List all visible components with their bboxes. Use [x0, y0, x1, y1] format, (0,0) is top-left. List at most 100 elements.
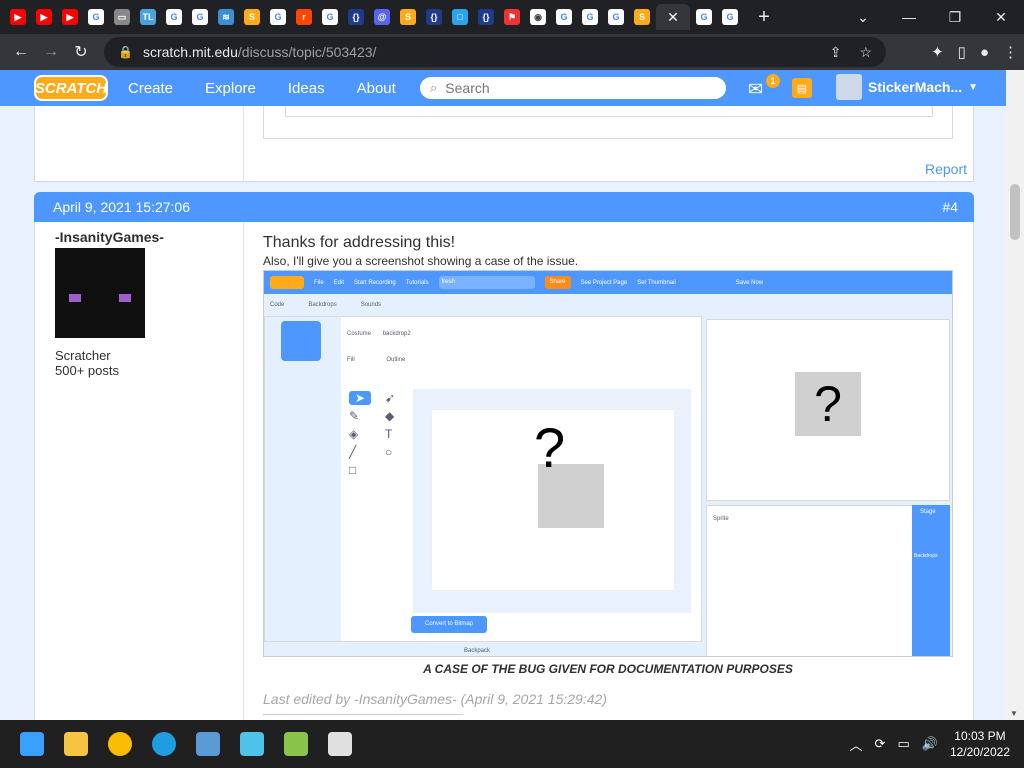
post-date[interactable]: April 9, 2021 15:27:06: [53, 199, 190, 215]
nav-ideas[interactable]: Ideas: [276, 80, 337, 97]
tab-flag[interactable]: ⚑: [500, 4, 524, 30]
new-tab-button[interactable]: +: [752, 6, 776, 29]
snipping-tool-icon[interactable]: [328, 732, 352, 756]
author-avatar[interactable]: [55, 248, 145, 338]
tab-braces-2[interactable]: {}: [422, 4, 446, 30]
shot-paint-editor: Costume backdrop2 Fill Outline ➤ ➹ ✎ ◆ ◈ T …: [264, 316, 702, 642]
author-rank: Scratcher: [55, 348, 111, 363]
chrome-icon: ◉: [530, 9, 546, 25]
tab-google-6[interactable]: G: [552, 4, 576, 30]
omnibox[interactable]: 🔒 scratch.mit.edu/discuss/topic/503423/ …: [104, 37, 886, 67]
tab-braces-1[interactable]: {}: [344, 4, 368, 30]
minimize-icon[interactable]: —: [886, 0, 932, 34]
youtube-icon: ▶: [62, 9, 78, 25]
bookmark-star-icon[interactable]: ☆: [859, 44, 872, 61]
edge-icon[interactable]: [152, 732, 176, 756]
tab-at[interactable]: @: [370, 4, 394, 30]
file-explorer-icon[interactable]: [64, 732, 88, 756]
sync-icon[interactable]: ⟳: [875, 736, 886, 752]
brush-icon: ✎: [349, 409, 360, 423]
shot-tab-sounds: Sounds: [360, 302, 382, 308]
tab-google-10[interactable]: G: [718, 4, 742, 30]
volume-icon[interactable]: 🔊: [922, 736, 938, 752]
tab-wave[interactable]: ≋: [214, 4, 238, 30]
tab-box[interactable]: □: [448, 4, 472, 30]
youtube-icon: ▶: [10, 9, 26, 25]
google-icon: G: [556, 9, 572, 25]
user-menu[interactable]: StickerMach... ▼: [836, 74, 978, 100]
clock[interactable]: 10:03 PM 12/20/2022: [950, 728, 1010, 760]
tab-monitor[interactable]: ▭: [110, 4, 134, 30]
messages-icon[interactable]: ✉: [748, 79, 763, 100]
close-icon[interactable]: ✕: [667, 9, 679, 26]
clock-date: 12/20/2022: [949, 745, 1010, 759]
tab-tl[interactable]: TL: [136, 4, 160, 30]
nav-create[interactable]: Create: [116, 80, 185, 97]
post-author[interactable]: -InsanityGames-: [55, 229, 164, 245]
profile-icon[interactable]: ●: [980, 44, 989, 61]
system-tray: ︿ ⟳ ▭ 🔊 10:03 PM 12/20/2022: [850, 720, 1010, 768]
tab-google-5[interactable]: G: [318, 4, 342, 30]
tab-active-close[interactable]: ✕: [656, 4, 690, 30]
start-icon[interactable]: [20, 732, 44, 756]
youtube-icon: ▶: [36, 9, 52, 25]
shot-menu-edit: Edit: [333, 279, 345, 286]
scratch-icon: S: [400, 9, 416, 25]
tab-google-1[interactable]: G: [84, 4, 108, 30]
search-input[interactable]: [445, 80, 706, 96]
post-text: Thanks for addressing this! Also, I'll g…: [263, 234, 953, 268]
tab-google-2[interactable]: G: [162, 4, 186, 30]
tab-braces-3[interactable]: {}: [474, 4, 498, 30]
chevron-up-icon[interactable]: ︿: [850, 735, 863, 754]
lock-icon[interactable]: 🔒: [118, 45, 133, 59]
google-icon: G: [582, 9, 598, 25]
report-link[interactable]: Report: [925, 161, 967, 177]
shot-tools: ➤ ➹ ✎ ◆ ◈ T ╱ ○ □: [349, 391, 407, 477]
tab-youtube-2[interactable]: ▶: [32, 4, 56, 30]
reload-icon[interactable]: ↻: [66, 42, 96, 62]
tab-scratch-3[interactable]: S: [630, 4, 654, 30]
tab-chrome[interactable]: ◉: [526, 4, 550, 30]
post-number[interactable]: #4: [942, 199, 958, 215]
post-body: -InsanityGames- Scratcher 500+ posts Tha…: [34, 222, 974, 720]
page-scrollbar[interactable]: ▼: [1006, 70, 1024, 720]
extensions-icon[interactable]: ✦: [931, 43, 944, 61]
restore-icon[interactable]: ❐: [932, 0, 978, 34]
notepad-icon[interactable]: [240, 732, 264, 756]
tab-youtube-3[interactable]: ▶: [58, 4, 82, 30]
forward-icon[interactable]: →: [36, 43, 66, 61]
menu-kebab-icon[interactable]: ⋮: [1003, 43, 1018, 61]
tab-youtube-1[interactable]: ▶: [6, 4, 30, 30]
tab-google-8[interactable]: G: [604, 4, 628, 30]
tab-scratch-1[interactable]: S: [240, 4, 264, 30]
share-icon[interactable]: ⇪: [830, 44, 842, 61]
scrollbar-thumb[interactable]: [1010, 184, 1020, 240]
tab-search-icon[interactable]: ⌄: [840, 0, 886, 34]
store-icon[interactable]: [196, 732, 220, 756]
tab-google-4[interactable]: G: [266, 4, 290, 30]
tab-google-7[interactable]: G: [578, 4, 602, 30]
tab-google-3[interactable]: G: [188, 4, 212, 30]
scratch-logo[interactable]: SCRATCH: [34, 75, 108, 101]
tab-scratch-2[interactable]: S: [396, 4, 420, 30]
back-icon[interactable]: ←: [6, 43, 36, 61]
previous-post: Report: [34, 106, 974, 182]
last-edited: Last edited by -InsanityGames- (April 9,…: [263, 691, 607, 707]
tab-reddit[interactable]: r: [292, 4, 316, 30]
url-text[interactable]: scratch.mit.edu/discuss/topic/503423/: [143, 44, 376, 60]
display-icon[interactable]: ▭: [897, 736, 909, 752]
my-stuff-icon[interactable]: ▤: [792, 78, 812, 98]
shot-costume-row: Costume backdrop2: [347, 331, 411, 337]
scroll-down-icon[interactable]: ▼: [1010, 709, 1018, 718]
sidepanel-icon[interactable]: ▯: [958, 43, 966, 61]
select-icon: ➤: [349, 391, 371, 405]
shot-set-thumbnail: Set Thumbnail: [637, 279, 676, 286]
close-window-icon[interactable]: ✕: [978, 0, 1024, 34]
nav-about[interactable]: About: [345, 80, 408, 97]
shot-canvas: ?: [413, 389, 691, 613]
paint-icon[interactable]: [284, 732, 308, 756]
tab-google-9[interactable]: G: [692, 4, 716, 30]
omnibox-actions: ⇪ ☆: [830, 44, 872, 61]
nav-explore[interactable]: Explore: [193, 80, 268, 97]
chrome-icon[interactable]: [108, 732, 132, 756]
